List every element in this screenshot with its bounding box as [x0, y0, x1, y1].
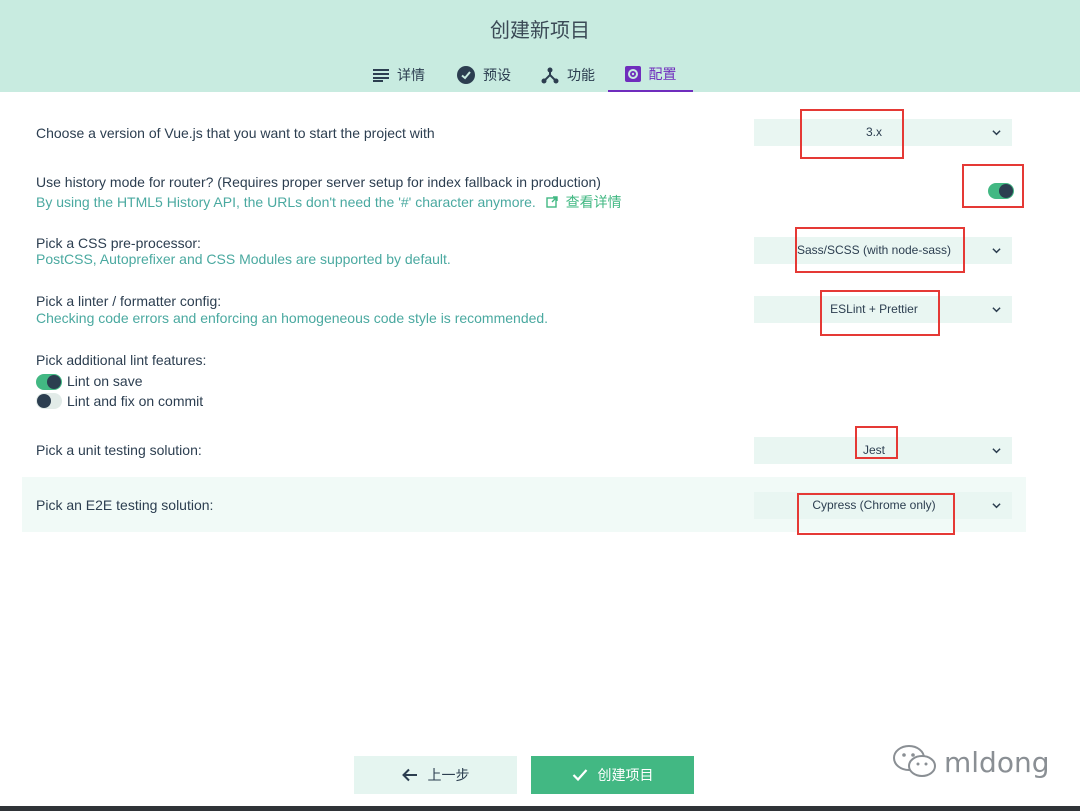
header: 创建新项目 详情 预设 功能 配置	[0, 0, 1080, 92]
external-link-icon	[546, 196, 558, 208]
watermark-text: mldong	[944, 745, 1050, 779]
fork-icon	[541, 67, 559, 84]
chevron-down-icon	[992, 448, 1001, 454]
tab-config[interactable]: 配置	[608, 58, 693, 92]
arrow-left-icon	[401, 768, 417, 782]
tab-features-label: 功能	[567, 68, 595, 84]
lint-on-save-toggle[interactable]	[36, 374, 62, 390]
vue-version-value: 3.x	[865, 125, 882, 139]
lint-fix-commit-toggle[interactable]	[36, 393, 62, 409]
e2e-testing-select[interactable]: Cypress (Chrome only)	[754, 492, 1012, 519]
css-preprocessor-label: Pick a CSS pre-processor:	[36, 235, 201, 251]
tab-bar: 详情 预设 功能 配置	[0, 58, 1080, 92]
wechat-icon	[893, 745, 936, 777]
history-mode-toggle[interactable]	[988, 183, 1014, 199]
lint-fix-commit-label: Lint and fix on commit	[67, 393, 204, 409]
css-preprocessor-value: Sass/SCSS (with node-sass)	[796, 243, 952, 257]
css-preprocessor-select[interactable]: Sass/SCSS (with node-sass)	[754, 237, 1012, 264]
previous-step-label: 上一步	[427, 768, 470, 784]
e2e-testing-value: Cypress (Chrome only)	[812, 498, 936, 512]
toggle-knob	[47, 375, 61, 389]
history-mode-link[interactable]: 查看详情	[566, 194, 622, 210]
tab-config-label: 配置	[648, 67, 677, 83]
previous-step-button[interactable]: 上一步	[354, 756, 517, 794]
create-project-label: 创建项目	[597, 768, 654, 784]
lint-features-label: Pick additional lint features:	[36, 352, 207, 368]
create-project-button[interactable]: 创建项目	[531, 756, 694, 794]
list-icon	[373, 69, 389, 82]
settings-icon	[624, 66, 641, 82]
unit-testing-label: Pick a unit testing solution:	[36, 442, 202, 458]
vue-version-select[interactable]: 3.x	[754, 119, 1012, 146]
linter-description: Checking code errors and enforcing an ho…	[36, 310, 549, 326]
page-title: 创建新项目	[490, 18, 590, 42]
e2e-testing-label: Pick an E2E testing solution:	[36, 497, 214, 513]
history-mode-description: By using the HTML5 History API, the URLs…	[36, 194, 622, 210]
toggle-knob	[37, 394, 51, 408]
bottom-bar	[0, 806, 1080, 811]
linter-select[interactable]: ESLint + Prettier	[754, 296, 1012, 323]
css-preprocessor-description: PostCSS, Autoprefixer and CSS Modules ar…	[36, 251, 451, 267]
toggle-knob	[999, 184, 1013, 198]
chevron-down-icon	[992, 503, 1001, 509]
check-icon	[572, 769, 587, 782]
tab-features[interactable]: 功能	[527, 58, 609, 92]
vue-version-label: Choose a version of Vue.js that you want…	[36, 125, 435, 141]
linter-value: ESLint + Prettier	[830, 302, 918, 316]
linter-label: Pick a linter / formatter config:	[36, 293, 222, 309]
check-circle-icon	[457, 66, 475, 84]
chevron-down-icon	[992, 307, 1001, 313]
tab-details[interactable]: 详情	[358, 58, 440, 92]
tab-presets[interactable]: 预设	[443, 58, 525, 92]
tab-details-label: 详情	[397, 68, 425, 84]
chevron-down-icon	[992, 248, 1001, 254]
watermark: mldong	[892, 742, 1049, 782]
history-mode-label: Use history mode for router? (Requires p…	[36, 174, 601, 190]
tab-presets-label: 预设	[483, 68, 511, 84]
unit-testing-select[interactable]: Jest	[754, 437, 1012, 464]
chevron-down-icon	[992, 130, 1001, 136]
lint-on-save-label: Lint on save	[67, 373, 143, 389]
unit-testing-value: Jest	[862, 443, 885, 457]
